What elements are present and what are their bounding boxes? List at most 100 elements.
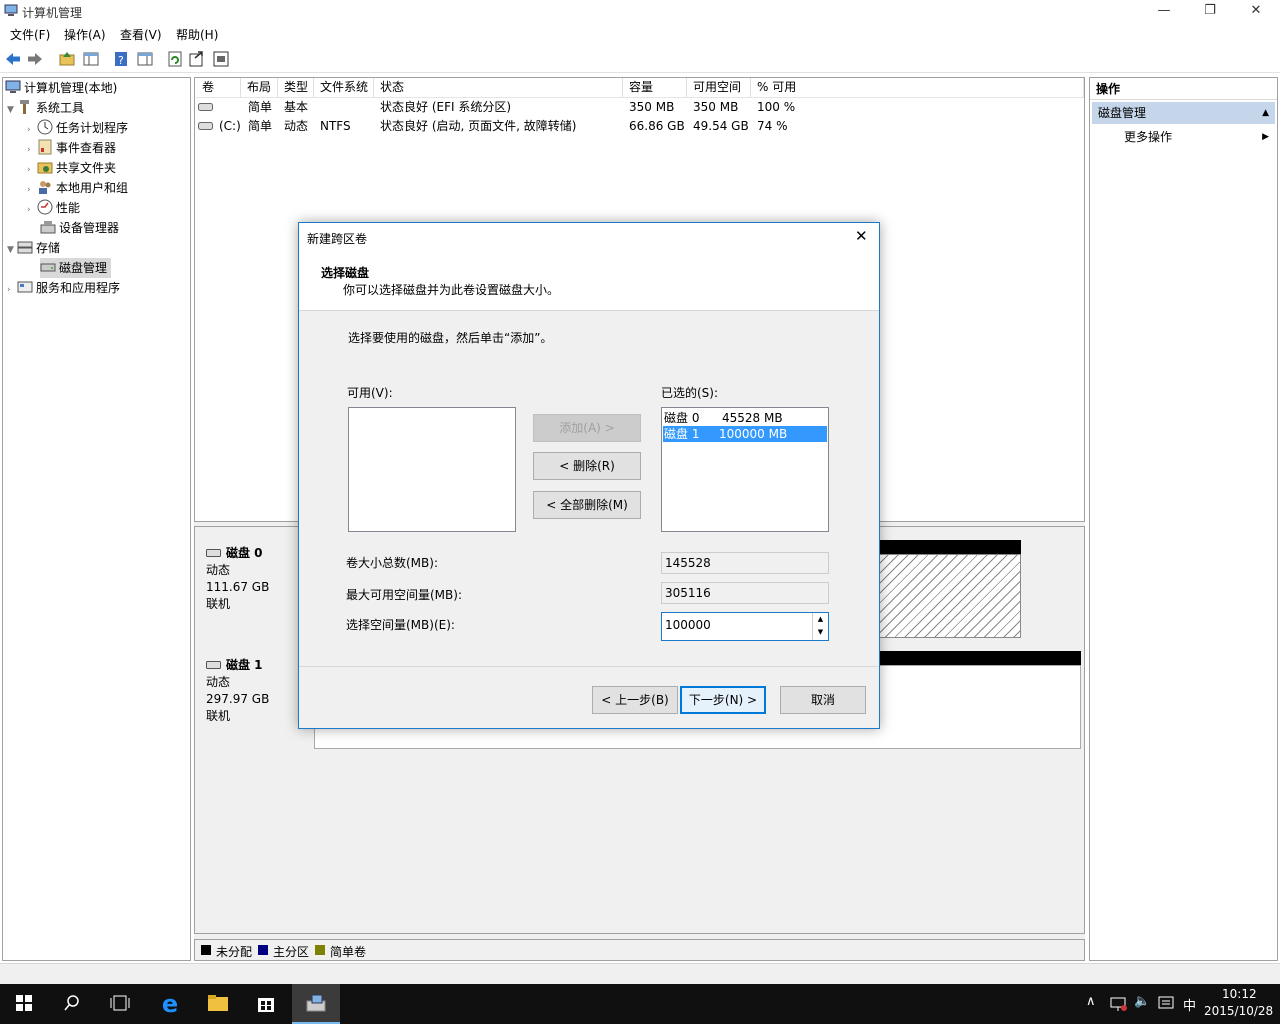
collapse-up-icon[interactable]: ▲: [1262, 102, 1269, 124]
column-header-capacity[interactable]: 容量: [623, 78, 687, 98]
remove-all-button[interactable]: < 全部删除(M): [533, 491, 641, 519]
disk-properties-icon[interactable]: [212, 50, 230, 68]
table-cell: 74 %: [757, 119, 788, 133]
list-item-selected[interactable]: 磁盘 1 100000 MB: [663, 426, 827, 442]
tree-item-services-apps[interactable]: › 服务和应用程序: [3, 278, 190, 298]
remove-button[interactable]: < 删除(R): [533, 452, 641, 480]
chevron-right-icon[interactable]: ›: [27, 140, 37, 160]
minimize-button[interactable]: —: [1141, 0, 1187, 23]
menu-view[interactable]: 查看(V): [120, 26, 162, 43]
tree-label: 共享文件夹: [56, 161, 117, 175]
dialog-instruction: 选择要使用的磁盘，然后单击“添加”。: [348, 331, 553, 345]
tree-label: 计算机管理(本地): [24, 81, 118, 95]
column-header-free-space[interactable]: 可用空间: [687, 78, 751, 98]
tree-label: 本地用户和组: [56, 181, 129, 195]
disk-1-label[interactable]: 磁盘 1 动态 297.97 GB 联机: [196, 645, 310, 753]
file-explorer-button[interactable]: [194, 984, 242, 1024]
ime-indicator[interactable]: 中: [1183, 995, 1196, 1014]
dialog-header: 新建跨区卷 ✕ 选择磁盘 你可以选择磁盘并为此卷设置磁盘大小。: [299, 223, 879, 311]
chevron-down-icon[interactable]: ▼: [7, 240, 17, 260]
clock-icon: [37, 119, 53, 135]
tree-item-system-tools[interactable]: ▼ 系统工具: [3, 98, 190, 118]
volume-icon[interactable]: 🔈: [1134, 994, 1150, 1009]
list-item[interactable]: 磁盘 0 45528 MB: [663, 410, 827, 426]
spin-down-icon[interactable]: ▼: [812, 626, 828, 640]
column-header-type[interactable]: 类型: [278, 78, 314, 98]
action-center-icon[interactable]: [1158, 996, 1174, 1012]
clock-time[interactable]: 10:12: [1222, 987, 1257, 1001]
max-space-value: 305116: [661, 582, 829, 604]
refresh-icon[interactable]: [166, 50, 184, 68]
store-icon: [258, 998, 274, 1012]
tree-item-task-scheduler[interactable]: › 任务计划程序: [3, 118, 190, 138]
column-header-volume[interactable]: 卷: [196, 78, 241, 98]
column-header-layout[interactable]: 布局: [241, 78, 278, 98]
tree-item-disk-management[interactable]: 磁盘管理: [3, 258, 190, 278]
disk-type: 动态: [206, 675, 231, 689]
disk-0-partition[interactable]: [878, 554, 1021, 638]
tree-item-event-viewer[interactable]: › 事件查看器: [3, 138, 190, 158]
export-list-icon[interactable]: [188, 50, 206, 68]
computer-management-icon: [306, 994, 326, 1012]
more-actions-item[interactable]: 更多操作 ▶: [1092, 126, 1275, 148]
help-icon[interactable]: ?: [112, 50, 130, 68]
amount-spinbox[interactable]: 100000 ▲ ▼: [661, 612, 829, 641]
actions-section-disk-management[interactable]: 磁盘管理 ▲: [1092, 102, 1275, 124]
search-button[interactable]: [48, 984, 96, 1024]
chevron-right-icon[interactable]: ›: [27, 120, 37, 140]
disk-0-label[interactable]: 磁盘 0 动态 111.67 GB 联机: [196, 533, 310, 641]
menu-file[interactable]: 文件(F): [10, 26, 50, 43]
task-view-button[interactable]: [96, 984, 144, 1024]
tree-item-computer-management[interactable]: 计算机管理(本地): [3, 78, 190, 98]
table-cell: 基本: [284, 100, 309, 114]
chevron-right-icon[interactable]: ›: [27, 160, 37, 180]
show-hidden-icons-icon[interactable]: ∧: [1086, 994, 1096, 1009]
network-icon[interactable]: [1110, 996, 1128, 1012]
chevron-right-icon[interactable]: ›: [27, 200, 37, 220]
menu-action[interactable]: 操作(A): [64, 26, 106, 43]
start-button[interactable]: [0, 984, 48, 1024]
chevron-right-icon[interactable]: ›: [27, 180, 37, 200]
tools-icon: [20, 100, 29, 114]
show-hide-tree-icon[interactable]: [82, 50, 100, 68]
clock-date[interactable]: 2015/10/28: [1204, 1004, 1273, 1018]
volume-icon: [198, 122, 213, 130]
edge-browser-icon[interactable]: e: [146, 984, 194, 1024]
column-header-filesystem[interactable]: 文件系统: [314, 78, 374, 98]
tree-item-performance[interactable]: › 性能: [3, 198, 190, 218]
cancel-button[interactable]: 取消: [780, 686, 866, 714]
properties-pane-icon[interactable]: [136, 50, 154, 68]
tree-label: 任务计划程序: [56, 121, 129, 135]
dialog-close-icon[interactable]: ✕: [855, 227, 868, 245]
tree-item-local-users[interactable]: › 本地用户和组: [3, 178, 190, 198]
spin-up-icon[interactable]: ▲: [812, 613, 828, 626]
dialog-title: 新建跨区卷: [307, 232, 368, 246]
store-button[interactable]: [242, 984, 290, 1024]
total-size-value: 145528: [661, 552, 829, 574]
amount-input[interactable]: 100000: [665, 618, 711, 632]
add-button[interactable]: 添加(A) >: [533, 414, 641, 442]
selected-disks-list[interactable]: 磁盘 0 45528 MB 磁盘 1 100000 MB: [661, 407, 829, 532]
amount-label: 选择空间量(MB)(E):: [346, 618, 455, 632]
computer-management-taskbar-button[interactable]: [292, 984, 340, 1024]
legend-label: 简单卷: [330, 945, 367, 959]
column-header-status[interactable]: 状态: [374, 78, 623, 98]
column-header-percent-free[interactable]: % 可用: [751, 78, 1084, 98]
task-view-icon: [110, 995, 130, 1011]
legend-swatch-primary: [258, 945, 268, 955]
tree-item-shared-folders[interactable]: › 共享文件夹: [3, 158, 190, 178]
tree-item-device-manager[interactable]: 设备管理器: [3, 218, 190, 238]
chevron-right-icon[interactable]: ›: [7, 280, 17, 300]
up-folder-icon[interactable]: [58, 50, 76, 68]
device-manager-icon: [40, 221, 56, 234]
back-arrow-icon[interactable]: [4, 50, 22, 68]
chevron-down-icon[interactable]: ▼: [7, 100, 17, 120]
menu-help[interactable]: 帮助(H): [176, 26, 218, 43]
available-disks-list[interactable]: [348, 407, 516, 532]
forward-arrow-icon[interactable]: [26, 50, 44, 68]
next-button[interactable]: 下一步(N) >: [680, 686, 766, 714]
back-button[interactable]: < 上一步(B): [592, 686, 678, 714]
tree-item-storage[interactable]: ▼ 存储: [3, 238, 190, 258]
close-button[interactable]: ✕: [1233, 0, 1279, 23]
restore-button[interactable]: ❐: [1187, 0, 1233, 23]
